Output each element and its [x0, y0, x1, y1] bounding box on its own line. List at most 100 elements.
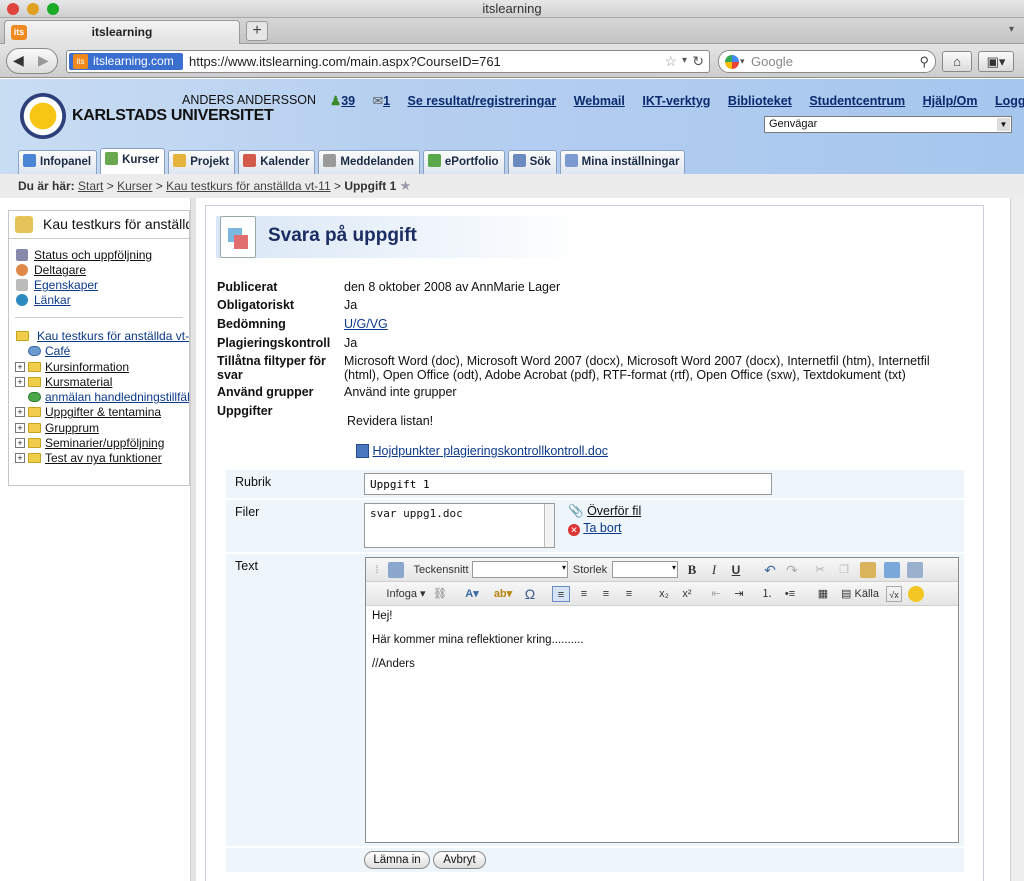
url-text[interactable]: https://www.itslearning.com/main.aspx?Co…: [189, 54, 501, 69]
superscript-icon[interactable]: x²: [679, 586, 695, 602]
tab-list-chevron-icon[interactable]: ▾: [1009, 24, 1014, 35]
forward-arrow-icon[interactable]: ▶: [38, 52, 49, 69]
special-char-icon[interactable]: Ω: [522, 586, 538, 602]
font-select[interactable]: ▾: [472, 561, 568, 578]
tab-eportfolio[interactable]: ePortfolio: [422, 150, 505, 174]
sidebar-link[interactable]: Status och uppföljning: [34, 248, 152, 262]
tree-root-label[interactable]: Kau testkurs för anställda vt-11: [37, 329, 189, 344]
sidebar-resize-handle[interactable]: [190, 198, 196, 881]
insert-menu[interactable]: Infoga ▾: [386, 586, 426, 602]
sidebar-item-links[interactable]: Länkar: [9, 293, 189, 308]
tree-item-label[interactable]: Kursinformation: [45, 360, 129, 375]
browser-tab[interactable]: its itslearning: [4, 20, 240, 44]
student-centre-link[interactable]: Studentcentrum: [809, 94, 905, 108]
grading-scale-link[interactable]: U/G/VG: [344, 317, 964, 331]
editor-line[interactable]: Hej!: [372, 610, 952, 622]
tree-item-anmalan[interactable]: anmälan handledningstillfälle: [9, 390, 189, 405]
indent-icon[interactable]: ⇥: [731, 586, 747, 602]
paste-text-icon[interactable]: [884, 562, 900, 578]
search-input[interactable]: ▾ Google ⚲: [718, 50, 936, 73]
sidebar-item-status[interactable]: Status och uppföljning: [9, 248, 189, 263]
underline-icon[interactable]: U: [728, 562, 744, 578]
remove-file[interactable]: ✕ Ta bort: [568, 521, 621, 536]
tree-root[interactable]: Kau testkurs för anställda vt-11: [9, 329, 189, 344]
tree-item-uppgifter[interactable]: + Uppgifter & tentamina: [9, 405, 189, 420]
paste-word-icon[interactable]: [907, 562, 923, 578]
cancel-button[interactable]: Avbryt: [433, 851, 486, 869]
google-engine-icon[interactable]: [725, 55, 739, 69]
home-button[interactable]: ⌂: [942, 51, 972, 72]
justify-icon[interactable]: ≡: [621, 586, 637, 602]
online-count-link[interactable]: 39: [341, 94, 355, 108]
expand-plus-icon[interactable]: +: [15, 422, 25, 433]
attachment-link[interactable]: Hojdpunkter plagieringskontrollkontroll.…: [372, 444, 608, 458]
site-identity[interactable]: its itslearning.com: [69, 53, 183, 70]
sidebar-link[interactable]: Egenskaper: [34, 278, 98, 292]
align-right-icon[interactable]: ≡: [598, 586, 614, 602]
tab-mina-installningar[interactable]: Mina inställningar: [559, 150, 686, 174]
highlight-color-icon[interactable]: ab▾: [490, 586, 516, 602]
tree-item-label[interactable]: Kursmaterial: [45, 375, 112, 390]
close-window-icon[interactable]: [7, 3, 19, 15]
results-link[interactable]: Se resultat/registreringar: [408, 94, 557, 108]
numbered-list-icon[interactable]: ⒈: [759, 586, 775, 602]
ikt-tools-link[interactable]: IKT-verktyg: [642, 94, 710, 108]
copy-icon[interactable]: ❐: [836, 562, 852, 578]
sidebar-link[interactable]: Länkar: [34, 293, 71, 307]
online-users-icon[interactable]: ♟: [330, 94, 341, 108]
url-history-chevron-icon[interactable]: ▾: [682, 55, 687, 66]
tree-item-label[interactable]: Test av nya funktioner: [45, 451, 162, 466]
tree-item-kursinformation[interactable]: + Kursinformation: [9, 360, 189, 375]
tree-item-kursmaterial[interactable]: + Kursmaterial: [9, 375, 189, 390]
bookmarks-button[interactable]: ▣▾: [978, 51, 1014, 72]
redo-icon[interactable]: ↷: [784, 562, 800, 578]
tree-item-grupprum[interactable]: + Grupprum: [9, 421, 189, 436]
link-icon[interactable]: ⛓: [432, 586, 448, 602]
upload-file-link[interactable]: Överför fil: [587, 504, 641, 518]
logout-link[interactable]: Logga ut: [995, 94, 1024, 108]
align-center-icon[interactable]: ≡: [576, 586, 592, 602]
tab-infopanel[interactable]: Infopanel: [18, 150, 98, 174]
tree-item-label[interactable]: Café: [45, 344, 70, 359]
tree-item-label[interactable]: Uppgifter & tentamina: [45, 405, 161, 420]
expand-plus-icon[interactable]: +: [15, 438, 25, 449]
editor-text-area[interactable]: Hej! Här kommer mina reflektioner kring.…: [366, 606, 958, 842]
subscript-icon[interactable]: x₂: [656, 586, 672, 602]
back-arrow-icon[interactable]: ◀: [13, 52, 24, 69]
breadcrumb-course[interactable]: Kau testkurs för anställda vt-11: [166, 179, 331, 193]
expand-plus-icon[interactable]: +: [15, 361, 25, 372]
sidebar-item-participants[interactable]: Deltagare: [9, 263, 189, 278]
breadcrumb-start[interactable]: Start: [78, 179, 103, 193]
upload-file[interactable]: 📎 Överför fil: [568, 504, 641, 519]
message-count-link[interactable]: 1: [383, 94, 390, 108]
new-tab-button[interactable]: +: [246, 21, 268, 41]
sidebar-link[interactable]: Deltagare: [34, 263, 86, 277]
bullet-list-icon[interactable]: •≡: [782, 586, 798, 602]
engine-chevron-icon[interactable]: ▾: [740, 51, 745, 72]
breadcrumb-courses[interactable]: Kurser: [117, 179, 152, 193]
undo-icon[interactable]: ↶: [762, 562, 778, 578]
source-button[interactable]: ▤ Källa: [838, 586, 882, 602]
help-link[interactable]: Hjälp/Om: [923, 94, 978, 108]
minimize-window-icon[interactable]: [27, 3, 39, 15]
expand-plus-icon[interactable]: +: [15, 407, 25, 418]
tree-item-cafe[interactable]: Café: [9, 344, 189, 359]
align-left-icon[interactable]: ≡: [552, 586, 570, 602]
sidebar-item-properties[interactable]: Egenskaper: [9, 278, 189, 293]
sidebar-course-title[interactable]: Kau testkurs för anställda vt-11: [9, 211, 189, 239]
font-color-icon[interactable]: A▾: [460, 586, 484, 602]
magnifier-icon[interactable]: ⚲: [919, 51, 929, 72]
expand-plus-icon[interactable]: +: [15, 453, 25, 464]
fullscreen-icon[interactable]: [388, 562, 404, 578]
tree-item-label[interactable]: Seminarier/uppföljning: [45, 436, 164, 451]
file-list-scrollbar[interactable]: [544, 504, 554, 547]
tab-kurser[interactable]: Kurser: [100, 148, 166, 174]
tree-item-label[interactable]: Grupprum: [45, 421, 99, 436]
paste-icon[interactable]: [860, 562, 876, 578]
tree-item-test[interactable]: + Test av nya funktioner: [9, 451, 189, 466]
url-bar[interactable]: its itslearning.com https://www.itslearn…: [66, 50, 710, 73]
file-item[interactable]: svar uppg1.doc: [370, 507, 463, 520]
math-icon[interactable]: √x: [886, 586, 902, 602]
rubrik-input[interactable]: [364, 473, 772, 495]
library-link[interactable]: Biblioteket: [728, 94, 792, 108]
